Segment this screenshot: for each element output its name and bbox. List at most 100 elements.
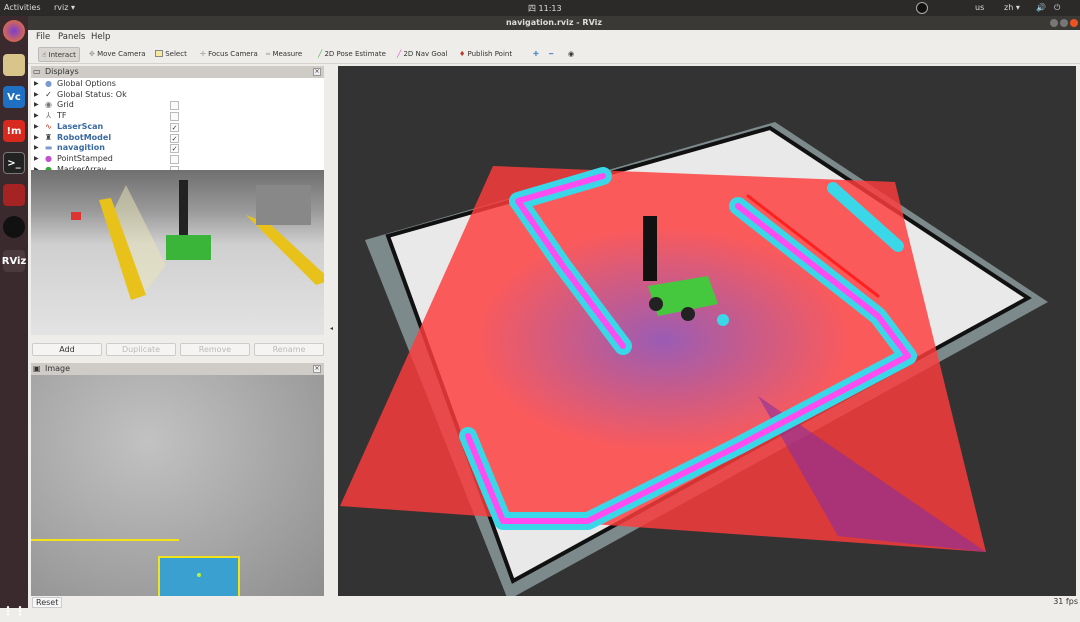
robot-body [166,235,211,260]
display-item-label: LaserScan [57,121,104,131]
splitter-handle[interactable]: ◂ [330,325,333,332]
close-icon[interactable]: × [313,365,321,373]
window-title-bar: navigation.rviz - RViz [28,16,1080,30]
scene-svg [71,180,324,300]
remove-tool-button[interactable]: ━ [546,47,556,62]
display-item-label: RobotModel [57,132,112,142]
menu-bar: File Panels Help [28,30,1080,44]
folder-icon: ▬ [44,143,53,153]
obs-icon[interactable] [3,216,25,238]
add-tool-button[interactable]: ✚ [530,47,542,62]
expand-arrow-icon[interactable]: ▶ [34,79,39,90]
enable-checkbox[interactable]: ✓ [170,133,179,143]
display-item-label: Grid [57,100,74,110]
select-box-icon [155,50,163,57]
detection-box [158,556,240,596]
power-icon[interactable]: ⏻ [1054,3,1060,13]
display-item-label: TF [57,111,67,121]
monitor-icon: ▭ [33,67,41,76]
menu-help[interactable]: Help [91,32,110,42]
tool-interact[interactable]: ☝ Interact [38,47,80,62]
tool-move-camera[interactable]: ✥ Move Camera [86,47,149,62]
language-indicator[interactable]: zh ▾ [1004,3,1020,12]
app-menu[interactable]: rviz ▾ [54,3,75,12]
reset-button[interactable]: Reset [32,597,63,608]
close-icon[interactable]: × [313,68,321,76]
expand-arrow-icon[interactable]: ▶ [34,133,39,144]
expand-arrow-icon[interactable]: ▶ [34,100,39,111]
status-bar: Reset 31 fps [28,596,1080,608]
tool-select[interactable]: Select [152,47,190,62]
enable-checkbox[interactable]: ✓ [170,144,179,154]
maximize-button[interactable] [1060,19,1068,27]
enable-checkbox[interactable]: ✓ [170,122,179,132]
expand-arrow-icon[interactable]: ▶ [34,90,39,101]
enable-checkbox[interactable] [170,112,179,122]
rename-button[interactable]: Rename [254,343,324,356]
minimize-button[interactable] [1050,19,1058,27]
move-icon: ✥ [89,50,98,58]
display-item-label: navagition [57,143,105,153]
files-icon[interactable] [3,54,25,76]
menu-file[interactable]: File [36,32,50,42]
keyboard-indicator[interactable]: us [975,3,984,12]
robot-icon: ♜ [44,132,53,142]
enable-checkbox[interactable] [170,101,179,111]
mosquitto-icon[interactable]: !m [3,120,25,142]
show-apps-icon[interactable]: ⋮⋮ [2,600,26,622]
remove-button[interactable]: Remove [180,343,250,356]
display-item-navagition[interactable]: ▶ ▬ navagition ✓ [31,143,324,154]
duplicate-button[interactable]: Duplicate [106,343,176,356]
point-icon: ● [45,153,52,163]
window-title: navigation.rviz - RViz [505,18,603,27]
obs-tray-icon[interactable] [916,2,928,14]
tool-publish-point[interactable]: ♦ Publish Point [456,47,515,62]
expand-arrow-icon[interactable]: ▶ [34,111,39,122]
display-item-pointstamped[interactable]: ▶ ● PointStamped [31,154,324,165]
expand-arrow-icon[interactable]: ▶ [34,154,39,165]
app-icon[interactable] [3,184,25,206]
volume-icon[interactable]: 🔊 [1036,3,1046,12]
minus-icon: ━ [549,50,554,58]
tool-measure[interactable]: ═ Measure [263,47,305,62]
3d-viewport[interactable] [338,66,1076,596]
terminal-icon[interactable]: >_ [3,152,25,174]
yellow-stripe [246,215,324,285]
display-item-laserscan[interactable]: ▶ ∿ LaserScan ✓ [31,122,324,133]
display-item-robotmodel[interactable]: ▶ ♜ RobotModel ✓ [31,133,324,144]
activities-button[interactable]: Activities [4,3,41,12]
image-view [31,375,324,596]
clock[interactable]: 四 11:13 [528,3,562,14]
camera-type-button[interactable]: ◉ [565,47,577,62]
add-button[interactable]: Add [32,343,102,356]
grid-icon: ◉ [45,100,52,110]
detection-center [197,573,201,577]
rviz-icon[interactable]: RViz [2,250,26,272]
image-title: Image [45,364,71,373]
tf-icon: ⅄ [46,111,51,121]
vnc-icon[interactable]: Vc [3,86,25,108]
displays-tree: ▶ ● Global Options ▶ ✓ Global Status: Ok ▶ ◉ Gri… [31,78,324,170]
enable-checkbox[interactable] [170,154,179,164]
close-button[interactable] [1070,19,1078,27]
wall-panel [256,185,311,225]
toolbar: ☝ Interact ✥ Move Camera Select ✛ Focus … [28,44,1080,64]
display-item-global-status-ok[interactable]: ▶ ✓ Global Status: Ok [31,90,324,101]
display-item-label: PointStamped [57,153,113,163]
display-item-tf[interactable]: ▶ ⅄ TF [31,111,324,122]
firefox-icon[interactable] [3,20,25,42]
fps-readout: 31 fps [1053,597,1078,606]
display-item-grid[interactable]: ▶ ◉ Grid [31,100,324,111]
menu-panels[interactable]: Panels [58,32,85,42]
tool-2d-nav-goal[interactable]: ╱ 2D Nav Goal [394,47,450,62]
check-icon: ✓ [45,89,52,99]
image-panel-header: ▣ Image × [31,363,324,375]
laser-icon: ∿ [45,121,52,131]
expand-arrow-icon[interactable]: ▶ [34,122,39,133]
camera-preview-image [31,170,324,335]
display-item-global-options[interactable]: ▶ ● Global Options [31,79,324,90]
expand-arrow-icon[interactable]: ▶ [34,143,39,154]
tool-focus-camera[interactable]: ✛ Focus Camera [197,47,261,62]
focus-icon: ✛ [200,50,209,58]
tool-2d-pose-estimate[interactable]: ╱ 2D Pose Estimate [315,47,389,62]
